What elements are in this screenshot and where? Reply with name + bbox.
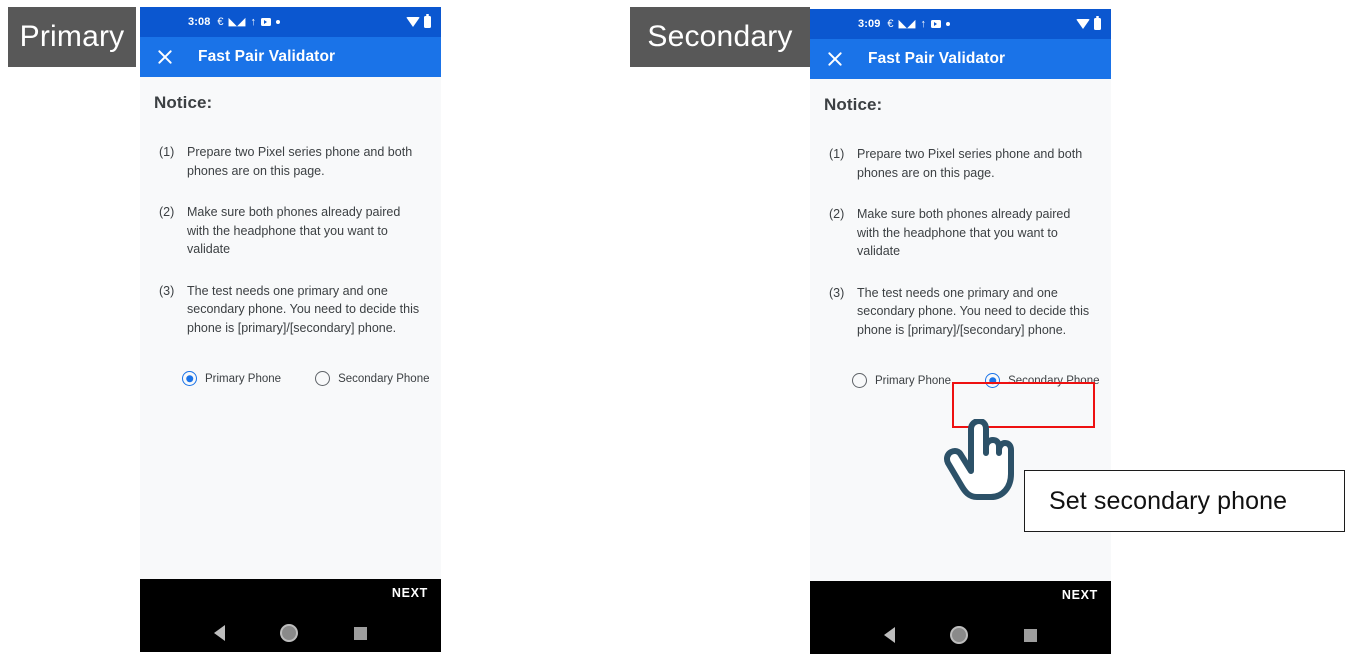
status-bar-clock: 3:08 <box>188 15 211 28</box>
notice-item-text: Prepare two Pixel series phone and both … <box>187 145 413 178</box>
notice-item-text: Make sure both phones already paired wit… <box>187 205 401 256</box>
notice-item: (3) The test needs one primary and one s… <box>829 284 1095 340</box>
phone-role-radio-group: Primary Phone Secondary Phone <box>176 367 430 390</box>
status-bar-left-group: 3:09 € ◣◢ ↑ <box>858 17 950 30</box>
bottom-bar: NEXT <box>140 579 441 652</box>
annotation-callout-box: Set secondary phone <box>1024 470 1345 532</box>
notice-item: (1) Prepare two Pixel series phone and b… <box>829 145 1095 182</box>
notice-item: (1) Prepare two Pixel series phone and b… <box>159 143 425 180</box>
notice-item-number: (2) <box>829 207 845 221</box>
notice-item-text: Make sure both phones already paired wit… <box>857 207 1071 258</box>
close-icon[interactable] <box>824 48 846 70</box>
battery-icon <box>1094 16 1101 30</box>
radio-option-primary-phone-label: Primary Phone <box>875 374 952 387</box>
next-button[interactable]: NEXT <box>1062 588 1098 602</box>
notice-list: (1) Prepare two Pixel series phone and b… <box>829 145 1095 339</box>
youtube-icon <box>260 18 271 26</box>
phone-screen-secondary: 3:09 € ◣◢ ↑ Fast Pair Validator Notice: … <box>810 9 1111 654</box>
status-bar-left-group: 3:08 € ◣◢ ↑ <box>188 15 280 28</box>
radio-button-selected-icon[interactable] <box>182 371 197 386</box>
gmail-icon: ◣◢ <box>228 15 246 28</box>
app-bar: Fast Pair Validator <box>140 37 441 77</box>
radio-button-unselected-icon[interactable] <box>315 371 331 386</box>
next-button[interactable]: NEXT <box>392 586 428 600</box>
app-bar: Fast Pair Validator <box>810 39 1111 79</box>
content-area: Notice: (1) Prepare two Pixel series pho… <box>140 77 441 579</box>
youtube-icon <box>930 20 941 28</box>
recents-icon[interactable] <box>354 626 368 640</box>
notice-item-number: (3) <box>159 283 175 298</box>
annotation-callout-text: Set secondary phone <box>1049 486 1288 515</box>
more-dot-icon <box>945 22 950 26</box>
radio-option-secondary-phone[interactable]: Secondary Phone <box>309 367 435 390</box>
status-bar-right-group <box>406 14 431 28</box>
back-icon[interactable] <box>883 627 895 643</box>
phone-role-radio-group: Primary Phone Secondary Phone <box>846 369 1100 392</box>
phone-screen-primary: 3:08 € ◣◢ ↑ Fast Pair Validator Notice: … <box>140 7 441 652</box>
status-bar: 3:08 € ◣◢ ↑ <box>140 7 441 37</box>
notice-item-number: (1) <box>829 147 845 161</box>
maps-icon: ↑ <box>920 17 926 30</box>
wifi-icon <box>1076 19 1090 29</box>
sim-icon: € <box>217 15 224 28</box>
home-icon[interactable] <box>280 624 299 642</box>
app-title: Fast Pair Validator <box>198 48 336 65</box>
notice-heading: Notice: <box>154 93 213 112</box>
radio-button-unselected-icon[interactable] <box>852 373 867 388</box>
pointing-hand-cursor-icon <box>941 418 1017 501</box>
home-icon[interactable] <box>950 626 969 644</box>
annotation-label-primary: Primary <box>8 7 136 67</box>
status-bar-clock: 3:09 <box>858 17 881 30</box>
radio-option-primary-phone[interactable]: Primary Phone <box>846 369 957 392</box>
radio-option-primary-phone-label: Primary Phone <box>205 372 282 385</box>
radio-button-selected-icon[interactable] <box>985 373 1001 388</box>
notice-item: (2) Make sure both phones already paired… <box>829 205 1095 261</box>
annotation-label-secondary: Secondary <box>630 7 810 67</box>
radio-option-primary-phone[interactable]: Primary Phone <box>176 367 287 390</box>
more-dot-icon <box>275 20 280 24</box>
notice-item-number: (1) <box>159 145 175 159</box>
status-bar: 3:09 € ◣◢ ↑ <box>810 9 1111 39</box>
battery-icon <box>424 14 431 28</box>
annotation-label-secondary-text: Secondary <box>647 20 793 53</box>
notice-list: (1) Prepare two Pixel series phone and b… <box>159 143 425 337</box>
radio-option-secondary-phone-label: Secondary Phone <box>338 372 430 385</box>
recents-icon[interactable] <box>1024 628 1038 642</box>
notice-item-text: The test needs one primary and one secon… <box>187 283 420 335</box>
notice-heading: Notice: <box>824 95 883 114</box>
system-navigation-bar <box>810 626 1111 644</box>
wifi-icon <box>406 17 420 27</box>
bottom-bar: NEXT <box>810 581 1111 654</box>
notice-item: (3) The test needs one primary and one s… <box>159 282 425 338</box>
back-icon[interactable] <box>213 625 225 641</box>
notice-item-text: Prepare two Pixel series phone and both … <box>857 147 1083 180</box>
close-icon[interactable] <box>154 46 176 68</box>
system-navigation-bar <box>140 624 441 642</box>
radio-option-secondary-phone-label: Secondary Phone <box>1008 374 1100 387</box>
gmail-icon: ◣◢ <box>898 17 916 30</box>
status-bar-right-group <box>1076 16 1101 30</box>
sim-icon: € <box>887 17 894 30</box>
app-title: Fast Pair Validator <box>868 50 1006 67</box>
radio-option-secondary-phone[interactable]: Secondary Phone <box>979 369 1105 392</box>
notice-item-number: (3) <box>829 285 845 300</box>
maps-icon: ↑ <box>250 15 256 28</box>
annotation-label-primary-text: Primary <box>19 20 125 53</box>
notice-item-text: The test needs one primary and one secon… <box>857 285 1090 337</box>
notice-item: (2) Make sure both phones already paired… <box>159 203 425 259</box>
notice-item-number: (2) <box>159 205 175 219</box>
